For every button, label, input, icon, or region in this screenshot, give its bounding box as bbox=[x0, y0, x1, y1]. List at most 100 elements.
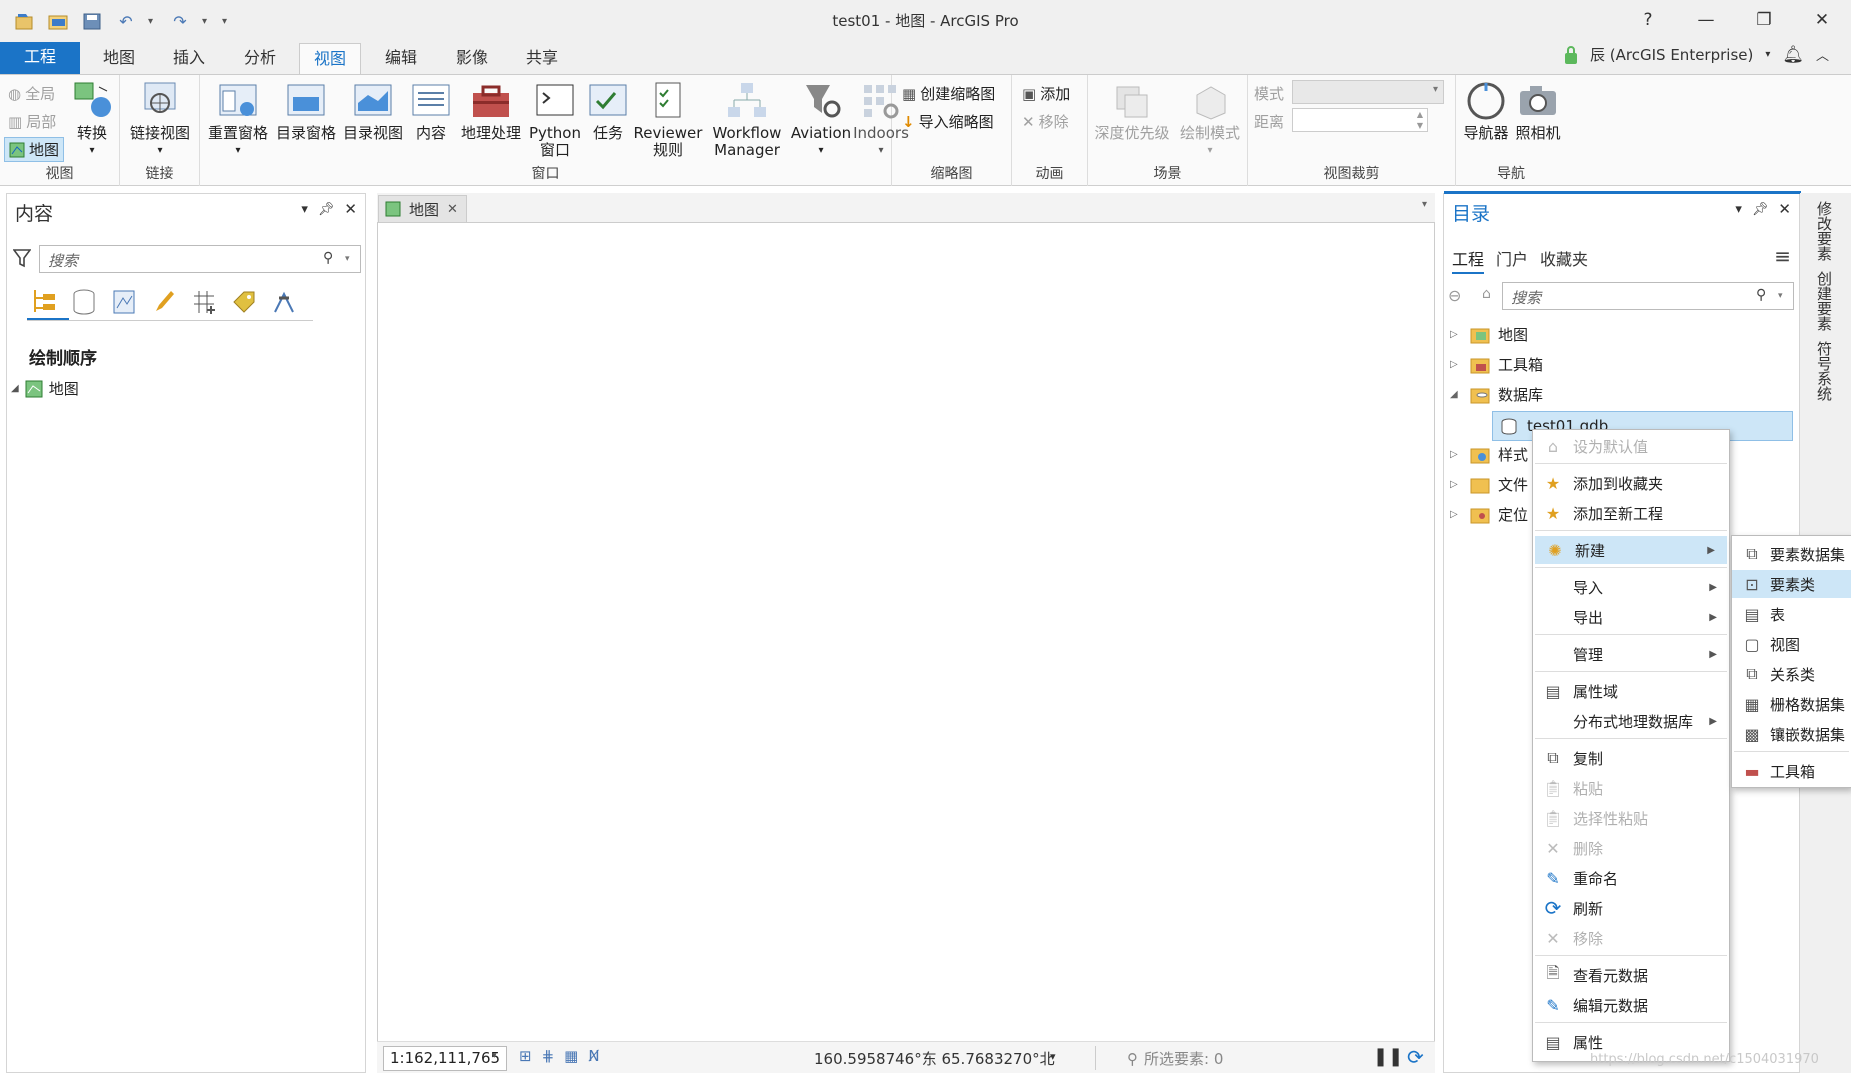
menu-item-edit-metadata[interactable]: ✎ 编辑元数据 bbox=[1533, 991, 1729, 1019]
catalog-view-button[interactable]: 目录视图 bbox=[343, 81, 403, 142]
catalog-item-toolboxes[interactable]: ▷ 工具箱 bbox=[1450, 354, 1543, 375]
menu-item-add-to-favorites[interactable]: ★ 添加到收藏夹 bbox=[1533, 469, 1729, 497]
expand-triangle-icon[interactable]: ▷ bbox=[1450, 479, 1462, 490]
tasks-button[interactable]: 任务 bbox=[586, 81, 630, 142]
grid-snapping-icon[interactable]: ⋕ bbox=[542, 1047, 555, 1065]
geoprocessing-button[interactable]: 地理处理 bbox=[458, 81, 524, 142]
local-button[interactable]: ▥ 局部 bbox=[8, 111, 56, 132]
scale-input[interactable]: 1:162,111,765 bbox=[383, 1046, 507, 1071]
help-button[interactable]: ? bbox=[1619, 0, 1677, 40]
map-view-tab[interactable]: 地图 ✕ bbox=[378, 195, 467, 223]
catalog-item-locators[interactable]: ▷ 定位 bbox=[1450, 504, 1528, 525]
filter-icon[interactable] bbox=[13, 248, 31, 268]
menu-item-paste[interactable]: 📋︎ 粘贴 bbox=[1533, 774, 1729, 802]
menu-item-paste-special[interactable]: 📋︎ 选择性粘贴 bbox=[1533, 804, 1729, 832]
list-by-selection-icon[interactable] bbox=[111, 288, 137, 316]
tab-list-dropdown-icon[interactable]: ▾ bbox=[1422, 199, 1427, 210]
close-pane-icon[interactable]: ✕ bbox=[344, 200, 357, 218]
restore-icon[interactable]: ❐ bbox=[1735, 0, 1793, 40]
collapse-triangle-icon[interactable]: ◢ bbox=[1450, 389, 1462, 400]
catalog-tab-portal[interactable]: 门户 bbox=[1496, 246, 1528, 274]
search-icon[interactable]: ⚲ bbox=[1756, 287, 1766, 303]
tab-share[interactable]: 共享 bbox=[511, 43, 573, 74]
submenu-item-mosaic-dataset[interactable]: ▩ 镶嵌数据集 bbox=[1732, 720, 1851, 748]
navigator-button[interactable]: 导航器 bbox=[1460, 81, 1512, 142]
catalog-tab-project[interactable]: 工程 bbox=[1452, 246, 1485, 274]
menu-item-add-to-new-projects[interactable]: ★ 添加至新工程 bbox=[1533, 499, 1729, 527]
side-tab-modify-features[interactable]: 修改要素 bbox=[1814, 201, 1835, 261]
side-tab-create-features[interactable]: 创建要素 bbox=[1814, 271, 1835, 331]
menu-item-new[interactable]: ✺ 新建 ▶ bbox=[1535, 536, 1727, 564]
submenu-item-feature-dataset[interactable]: ⧉ 要素数据集 bbox=[1732, 540, 1851, 568]
contents-search-input[interactable]: 搜索 bbox=[39, 245, 361, 273]
mode-dropdown[interactable]: ▾ bbox=[1292, 80, 1444, 104]
catalog-tab-favorites[interactable]: 收藏夹 bbox=[1540, 246, 1588, 274]
distance-input[interactable]: ▲ ▼ bbox=[1292, 108, 1428, 132]
menu-item-set-default[interactable]: ⌂ 设为默认值 bbox=[1533, 432, 1729, 460]
fixed-scale-icon[interactable]: ⊞ bbox=[519, 1047, 532, 1065]
collapse-ribbon-icon[interactable]: ︿ bbox=[1816, 45, 1829, 64]
menu-item-copy[interactable]: ⧉ 复制 bbox=[1533, 744, 1729, 772]
submenu-item-toolbox[interactable]: ▬ 工具箱 bbox=[1732, 757, 1851, 785]
list-by-perspective-imagery-icon[interactable] bbox=[271, 288, 297, 316]
create-thumbnail-button[interactable]: ▦ 创建缩略图 bbox=[902, 83, 995, 104]
map-view[interactable] bbox=[377, 193, 1435, 1073]
close-window-icon[interactable]: ✕ bbox=[1793, 0, 1851, 40]
user-name[interactable]: 辰 (ArcGIS Enterprise) bbox=[1590, 44, 1753, 65]
north-rotation-icon[interactable]: N̸ bbox=[588, 1047, 599, 1065]
catalog-item-databases[interactable]: ◢ 数据库 bbox=[1450, 384, 1543, 405]
menu-item-refresh[interactable]: ⟳ 刷新 bbox=[1533, 894, 1729, 922]
list-by-labeling-icon[interactable] bbox=[231, 288, 257, 316]
minimize-icon[interactable]: — bbox=[1677, 0, 1735, 40]
expand-triangle-icon[interactable]: ▷ bbox=[1450, 329, 1462, 340]
submenu-item-relationship-class[interactable]: ⧉ 关系类 bbox=[1732, 660, 1851, 688]
close-tab-icon[interactable]: ✕ bbox=[447, 202, 458, 217]
side-tab-symbology[interactable]: 符号系统 bbox=[1814, 341, 1835, 401]
reviewer-rules-button[interactable]: Reviewer 规则 bbox=[632, 81, 704, 159]
search-options-icon[interactable]: ▾ bbox=[345, 254, 350, 264]
tab-analysis[interactable]: 分析 bbox=[229, 43, 291, 74]
notifications-icon[interactable]: 🔔︎ bbox=[1782, 45, 1804, 65]
back-icon[interactable]: ⊖ bbox=[1448, 286, 1461, 305]
menu-item-delete[interactable]: ✕ 删除 bbox=[1533, 834, 1729, 862]
list-by-data-source-icon[interactable] bbox=[71, 288, 97, 316]
pane-menu-icon[interactable]: ▾ bbox=[1735, 202, 1742, 218]
refresh-map-icon[interactable]: ⟳ bbox=[1407, 1045, 1424, 1069]
submenu-item-table[interactable]: ▤ 表 bbox=[1732, 600, 1851, 628]
animation-add-button[interactable]: ▣ 添加 bbox=[1022, 83, 1070, 104]
global-button[interactable]: ◍ 全局 bbox=[8, 83, 55, 104]
workflow-manager-button[interactable]: Workflow Manager bbox=[706, 81, 788, 159]
pin-icon[interactable]: 📌︎ bbox=[1752, 202, 1769, 218]
menu-item-distributed-geodatabase[interactable]: 分布式地理数据库 ▶ bbox=[1533, 707, 1729, 735]
expand-triangle-icon[interactable]: ◢ bbox=[11, 383, 19, 394]
menu-item-import[interactable]: 导入 ▶ bbox=[1533, 573, 1729, 601]
selected-features[interactable]: ⚲ 所选要素: 0 bbox=[1127, 1048, 1223, 1069]
link-views-button[interactable]: 链接视图 ▾ bbox=[128, 81, 192, 159]
map-mode-button[interactable]: 地图 bbox=[4, 137, 65, 162]
coordinate-format-dropdown-icon[interactable]: ▾ bbox=[1050, 1050, 1056, 1063]
menu-item-manage[interactable]: 管理 ▶ bbox=[1533, 640, 1729, 668]
contents-button[interactable]: 内容 bbox=[408, 81, 454, 142]
tab-view[interactable]: 视图 bbox=[299, 43, 361, 74]
tab-imagery[interactable]: 影像 bbox=[441, 43, 503, 74]
distance-spinner-icon[interactable]: ▲ ▼ bbox=[1417, 109, 1423, 131]
aviation-button[interactable]: Aviation ▾ bbox=[788, 81, 854, 159]
catalog-search-input[interactable]: 搜索 bbox=[1502, 282, 1794, 310]
grid-icon[interactable]: ▦ bbox=[564, 1047, 578, 1065]
python-window-button[interactable]: Python 窗口 bbox=[528, 81, 582, 159]
expand-triangle-icon[interactable]: ▷ bbox=[1450, 359, 1462, 370]
menu-item-rename[interactable]: ✎ 重命名 bbox=[1533, 864, 1729, 892]
pin-icon[interactable]: 📌︎ bbox=[318, 202, 335, 218]
draw-mode-button[interactable]: 绘制模式 ▾ bbox=[1174, 81, 1246, 159]
catalog-item-styles[interactable]: ▷ 样式 bbox=[1450, 444, 1528, 465]
catalog-pane-button[interactable]: 目录窗格 bbox=[276, 81, 336, 142]
close-pane-icon[interactable]: ✕ bbox=[1778, 200, 1791, 218]
catalog-item-maps[interactable]: ▷ 地图 bbox=[1450, 324, 1528, 345]
import-thumbnail-button[interactable]: ↓ 导入缩略图 bbox=[902, 111, 994, 132]
tab-map[interactable]: 地图 bbox=[88, 43, 150, 74]
catalog-menu-icon[interactable]: ≡ bbox=[1774, 244, 1791, 268]
home-icon[interactable]: ⌂ bbox=[1482, 286, 1491, 302]
submenu-item-view[interactable]: ▢ 视图 bbox=[1732, 630, 1851, 658]
animation-remove-button[interactable]: ✕ 移除 bbox=[1022, 111, 1069, 132]
user-dropdown-icon[interactable]: ▾ bbox=[1765, 49, 1770, 60]
